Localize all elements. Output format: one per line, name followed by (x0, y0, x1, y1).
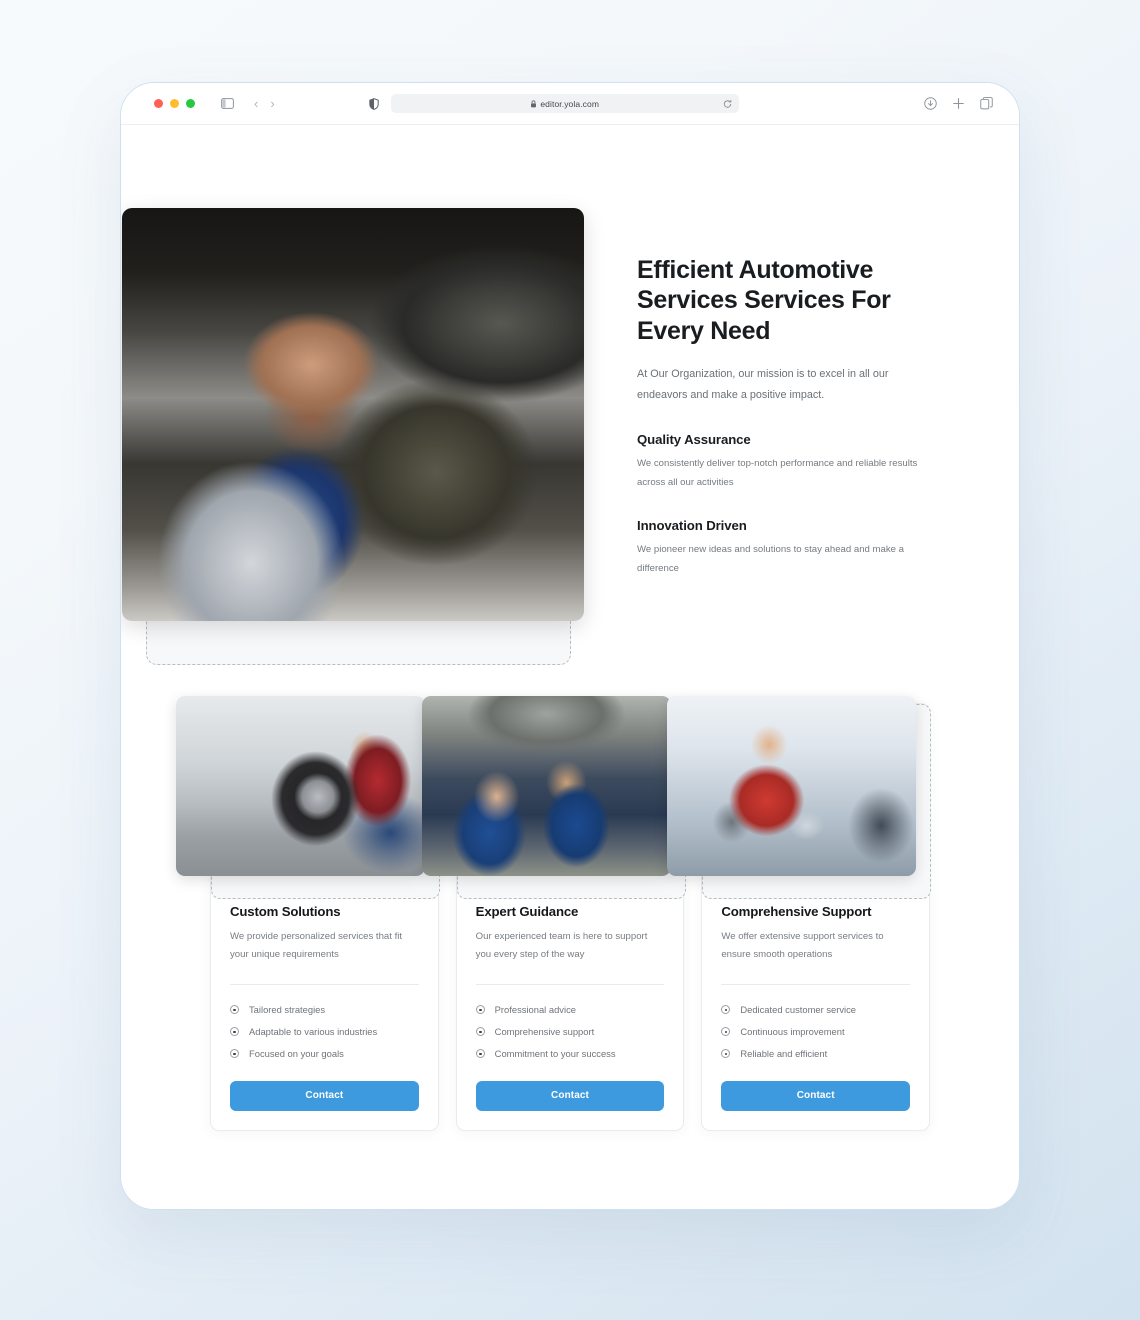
service-card-custom-solutions[interactable]: Custom Solutions We provide personalized… (176, 696, 440, 1131)
contact-button[interactable]: Contact (230, 1080, 419, 1111)
card-description: We offer extensive support services to e… (721, 931, 884, 961)
card-description: We provide personalized services that fi… (230, 931, 403, 961)
forward-button[interactable]: › (270, 97, 274, 110)
service-cards-row: Custom Solutions We provide personalized… (176, 696, 932, 1131)
bullet-icon (721, 1027, 731, 1037)
bullet-icon (475, 1049, 485, 1059)
maximize-window-button[interactable] (186, 99, 195, 108)
contact-button[interactable]: Contact (475, 1080, 665, 1111)
list-item: Reliable and efficient (721, 1043, 910, 1065)
list-item: Professional advice (475, 999, 665, 1021)
bullet-label: Reliable and efficient (740, 1048, 828, 1060)
card-image[interactable] (421, 696, 671, 876)
feature-title: Quality Assurance (637, 431, 751, 447)
card-title: Comprehensive Support (721, 904, 872, 919)
hero-subtitle: At Our Organization, our mission is to e… (637, 367, 889, 401)
hero-text-block: Efficient Automotive Services Services F… (637, 255, 927, 579)
feature-body: We consistently deliver top-notch perfor… (637, 457, 918, 488)
card-title: Custom Solutions (230, 904, 341, 919)
navigation-arrows: ‹ › (254, 97, 275, 110)
hero-photo-mechanic (122, 208, 584, 621)
download-icon[interactable] (924, 97, 937, 110)
bullet-label: Adaptable to various industries (249, 1026, 378, 1038)
feature-quality-assurance: Quality Assurance We consistently delive… (637, 432, 927, 492)
service-card-expert-guidance[interactable]: Expert Guidance Our experienced team is … (421, 696, 686, 1131)
traffic-lights (154, 99, 195, 108)
card-title: Expert Guidance (475, 904, 579, 919)
hero-image[interactable] (122, 208, 584, 621)
card-bullet-list: Professional advice Comprehensive suppor… (475, 999, 665, 1065)
tabs-icon[interactable] (980, 97, 993, 110)
hero-image-selection-box[interactable] (122, 208, 584, 665)
service-card-comprehensive-support[interactable]: Comprehensive Support We offer extensive… (667, 696, 932, 1131)
bullet-icon (475, 1005, 485, 1015)
bullet-label: Professional advice (494, 1004, 576, 1016)
card-body: Comprehensive Support We offer extensive… (702, 904, 929, 1111)
list-item: Continuous improvement (721, 1021, 910, 1043)
list-item: Tailored strategies (230, 999, 419, 1021)
card-description: Our experienced team is here to support … (475, 931, 648, 961)
card-image[interactable] (667, 696, 917, 876)
card-image[interactable] (176, 696, 425, 876)
toolbar-right-icons (924, 97, 993, 110)
bullet-label: Commitment to your success (494, 1048, 616, 1060)
shield-icon[interactable] (368, 97, 379, 110)
feature-title: Innovation Driven (637, 518, 747, 534)
hero-title: Efficient Automotive Services Services F… (637, 256, 891, 345)
card-body: Custom Solutions We provide personalized… (211, 904, 438, 1111)
feature-innovation-driven: Innovation Driven We pioneer new ideas a… (637, 518, 927, 578)
card-photo-underside-inspection (421, 696, 671, 876)
bullet-label: Comprehensive support (494, 1026, 595, 1038)
bullet-label: Dedicated customer service (740, 1004, 857, 1016)
card-bullet-list: Tailored strategies Adaptable to various… (230, 999, 419, 1065)
bullet-icon (475, 1027, 485, 1037)
card-photo-detailer (667, 696, 917, 876)
card-image-selection-box[interactable] (667, 696, 932, 899)
list-item: Comprehensive support (475, 1021, 665, 1043)
browser-window: ‹ › editor.yola.com Efficient Automotive… (120, 82, 1020, 1210)
sidebar-toggle-icon[interactable] (221, 98, 234, 109)
bullet-icon (230, 1005, 239, 1015)
reload-icon[interactable] (723, 99, 732, 108)
card-body: Expert Guidance Our experienced team is … (457, 904, 684, 1111)
bullet-label: Focused on your goals (249, 1048, 344, 1060)
back-button[interactable]: ‹ (254, 97, 258, 110)
feature-body: We pioneer new ideas and solutions to st… (637, 544, 905, 574)
card-photo-tire-change (176, 696, 425, 876)
close-window-button[interactable] (154, 99, 163, 108)
contact-button[interactable]: Contact (721, 1080, 911, 1111)
url-text: editor.yola.com (540, 98, 600, 109)
editor-canvas: Efficient Automotive Services Services F… (121, 125, 1019, 1209)
address-bar[interactable]: editor.yola.com (390, 94, 739, 113)
list-item: Commitment to your success (475, 1043, 665, 1065)
bullet-icon (721, 1049, 731, 1059)
bullet-label: Continuous improvement (740, 1026, 845, 1038)
card-bullet-list: Dedicated customer service Continuous im… (721, 999, 910, 1065)
list-item: Dedicated customer service (721, 999, 910, 1021)
bullet-icon (230, 1049, 239, 1059)
browser-toolbar: ‹ › editor.yola.com (121, 83, 1019, 125)
plus-icon[interactable] (952, 97, 965, 110)
lock-icon (530, 99, 537, 108)
card-image-selection-box[interactable] (176, 696, 440, 899)
card-divider (475, 983, 665, 985)
card-divider (230, 983, 419, 985)
bullet-icon (721, 1005, 731, 1015)
minimize-window-button[interactable] (170, 99, 179, 108)
list-item: Adaptable to various industries (230, 1021, 419, 1043)
bullet-label: Tailored strategies (249, 1004, 326, 1016)
list-item: Focused on your goals (230, 1043, 419, 1065)
card-image-selection-box[interactable] (421, 696, 686, 899)
bullet-icon (230, 1027, 239, 1037)
card-divider (721, 983, 911, 985)
